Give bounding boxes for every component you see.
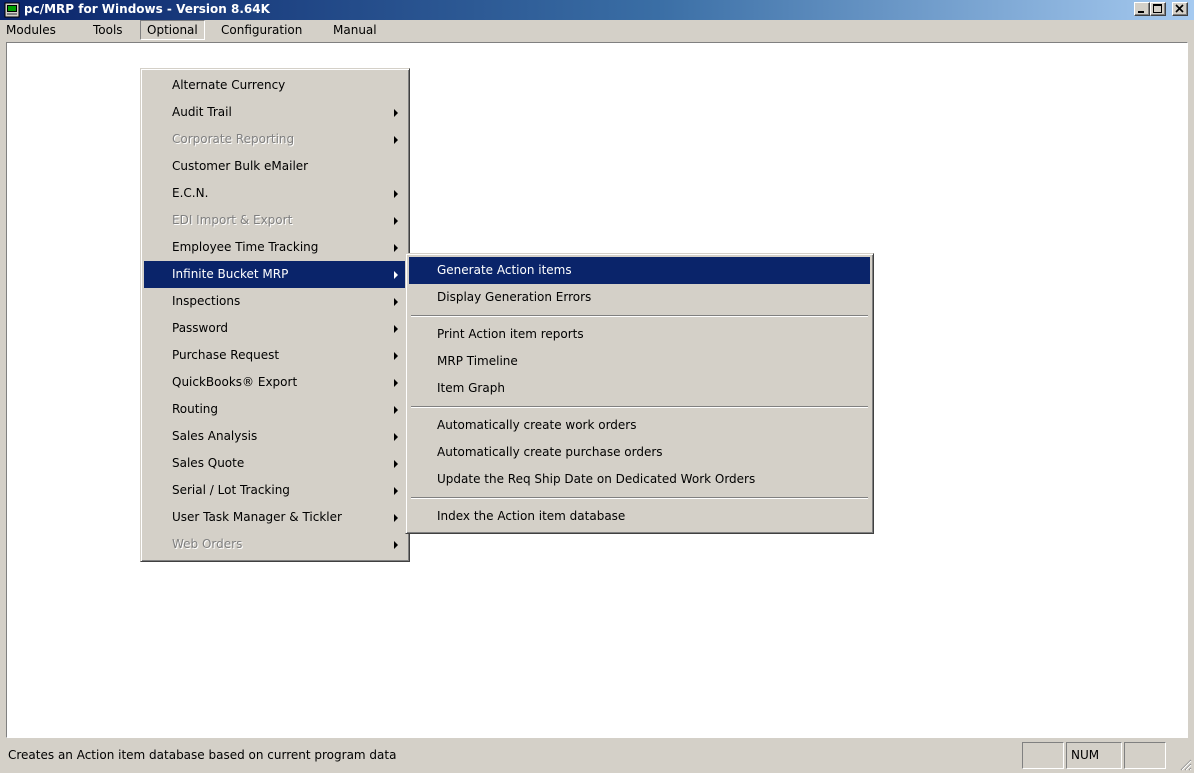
menu-item-inspections[interactable]: Inspections [144, 288, 406, 315]
menu-tools[interactable]: Tools [87, 20, 129, 40]
menu-item-employee-time-tracking[interactable]: Employee Time Tracking [144, 234, 406, 261]
menu-item-user-task-manager-tickler[interactable]: User Task Manager & Tickler [144, 504, 406, 531]
submenu-arrow-icon [394, 514, 398, 522]
menu-item-e-c-n[interactable]: E.C.N. [144, 180, 406, 207]
menu-item-update-the-req-ship-date-on-dedicated-work-orders[interactable]: Update the Req Ship Date on Dedicated Wo… [409, 466, 870, 493]
menu-item-label: Automatically create work orders [437, 418, 637, 432]
menu-item-label: Update the Req Ship Date on Dedicated Wo… [437, 472, 756, 486]
maximize-button[interactable] [1150, 2, 1166, 16]
menu-item-sales-analysis[interactable]: Sales Analysis [144, 423, 406, 450]
menu-item-quickbooks-export[interactable]: QuickBooks® Export [144, 369, 406, 396]
menu-item-audit-trail[interactable]: Audit Trail [144, 99, 406, 126]
submenu-arrow-icon [394, 541, 398, 549]
submenu-arrow-icon [394, 352, 398, 360]
window-title: pc/MRP for Windows - Version 8.64K [24, 2, 270, 16]
menu-item-item-graph[interactable]: Item Graph [409, 375, 870, 402]
menu-separator [409, 402, 870, 412]
menu-separator [409, 311, 870, 321]
menu-item-alternate-currency[interactable]: Alternate Currency [144, 72, 406, 99]
menu-configuration[interactable]: Configuration [215, 20, 308, 40]
menu-item-label: Corporate Reporting [172, 132, 295, 146]
menu-item-display-generation-errors[interactable]: Display Generation Errors [409, 284, 870, 311]
menu-item-label: Index the Action item database [437, 509, 626, 523]
infinite-bucket-mrp-submenu: Generate Action items Display Generation … [405, 253, 874, 534]
menu-modules[interactable]: Modules [0, 20, 62, 40]
menu-item-label: Audit Trail [172, 105, 232, 119]
menu-item-label: EDI Import & Export [172, 213, 293, 227]
minimize-icon [1138, 11, 1144, 13]
menu-bar: Modules Tools Optional Configuration Man… [0, 20, 1194, 40]
submenu-arrow-icon [394, 271, 398, 279]
submenu-arrow-icon [394, 244, 398, 252]
menu-item-label: Sales Quote [172, 456, 245, 470]
menu-item-print-action-item-reports[interactable]: Print Action item reports [409, 321, 870, 348]
menu-item-label: Infinite Bucket MRP [172, 267, 289, 281]
menu-item-routing[interactable]: Routing [144, 396, 406, 423]
close-icon [1175, 4, 1184, 13]
menu-item-label: Display Generation Errors [437, 290, 592, 304]
menu-item-purchase-request[interactable]: Purchase Request [144, 342, 406, 369]
status-bar: Creates an Action item database based on… [0, 740, 1194, 773]
submenu-arrow-icon [394, 433, 398, 441]
submenu-arrow-icon [394, 460, 398, 468]
submenu-arrow-icon [394, 298, 398, 306]
menu-item-label: Automatically create purchase orders [437, 445, 663, 459]
menu-item-label: Web Orders [172, 537, 243, 551]
status-panel-caps [1022, 742, 1064, 769]
minimize-button[interactable] [1134, 2, 1150, 16]
menu-item-label: Inspections [172, 294, 241, 308]
status-panel-num: NUM [1066, 742, 1122, 769]
menu-item-label: MRP Timeline [437, 354, 518, 368]
menu-item-corporate-reporting: Corporate Reporting [144, 126, 406, 153]
submenu-arrow-icon [394, 136, 398, 144]
menu-item-infinite-bucket-mrp[interactable]: Infinite Bucket MRP [144, 261, 406, 288]
close-button[interactable] [1172, 2, 1188, 16]
menu-item-index-the-action-item-database[interactable]: Index the Action item database [409, 503, 870, 530]
menu-item-automatically-create-purchase-orders[interactable]: Automatically create purchase orders [409, 439, 870, 466]
menu-item-web-orders: Web Orders [144, 531, 406, 558]
menu-item-label: User Task Manager & Tickler [172, 510, 342, 524]
status-message: Creates an Action item database based on… [8, 748, 397, 762]
submenu-arrow-icon [394, 109, 398, 117]
menu-item-label: Password [172, 321, 229, 335]
menu-item-mrp-timeline[interactable]: MRP Timeline [409, 348, 870, 375]
menu-item-generate-action-items[interactable]: Generate Action items [409, 257, 870, 284]
menu-item-label: Routing [172, 402, 219, 416]
menu-item-edi-import-export: EDI Import & Export [144, 207, 406, 234]
menu-item-label: Sales Analysis [172, 429, 258, 443]
menu-item-label: Print Action item reports [437, 327, 584, 341]
resize-grip-icon[interactable] [1178, 757, 1192, 771]
menu-item-sales-quote[interactable]: Sales Quote [144, 450, 406, 477]
menu-item-label: Alternate Currency [172, 78, 286, 92]
menu-item-serial-lot-tracking[interactable]: Serial / Lot Tracking [144, 477, 406, 504]
submenu-arrow-icon [394, 325, 398, 333]
menu-item-label: Item Graph [437, 381, 505, 395]
submenu-arrow-icon [394, 406, 398, 414]
menu-manual[interactable]: Manual [327, 20, 383, 40]
maximize-icon [1153, 4, 1162, 13]
menu-item-label: Customer Bulk eMailer [172, 159, 309, 173]
submenu-arrow-icon [394, 190, 398, 198]
optional-menu: Alternate Currency Audit Trail Corporate R… [140, 68, 410, 562]
menu-item-customer-bulk-emailer[interactable]: Customer Bulk eMailer [144, 153, 406, 180]
app-icon[interactable] [4, 2, 20, 18]
menu-item-label: QuickBooks® Export [172, 375, 298, 389]
title-bar[interactable]: pc/MRP for Windows - Version 8.64K [0, 0, 1194, 20]
submenu-arrow-icon [394, 487, 398, 495]
main-window: pc/MRP for Windows - Version 8.64K Modul… [0, 0, 1194, 773]
status-panel-scroll [1124, 742, 1166, 769]
menu-separator [409, 493, 870, 503]
menu-item-label: Serial / Lot Tracking [172, 483, 290, 497]
menu-optional[interactable]: Optional [140, 20, 205, 40]
submenu-arrow-icon [394, 217, 398, 225]
menu-item-label: Purchase Request [172, 348, 280, 362]
menu-item-password[interactable]: Password [144, 315, 406, 342]
menu-item-label: Employee Time Tracking [172, 240, 319, 254]
menu-item-label: E.C.N. [172, 186, 209, 200]
menu-item-automatically-create-work-orders[interactable]: Automatically create work orders [409, 412, 870, 439]
menu-item-label: Generate Action items [437, 263, 572, 277]
submenu-arrow-icon [394, 379, 398, 387]
